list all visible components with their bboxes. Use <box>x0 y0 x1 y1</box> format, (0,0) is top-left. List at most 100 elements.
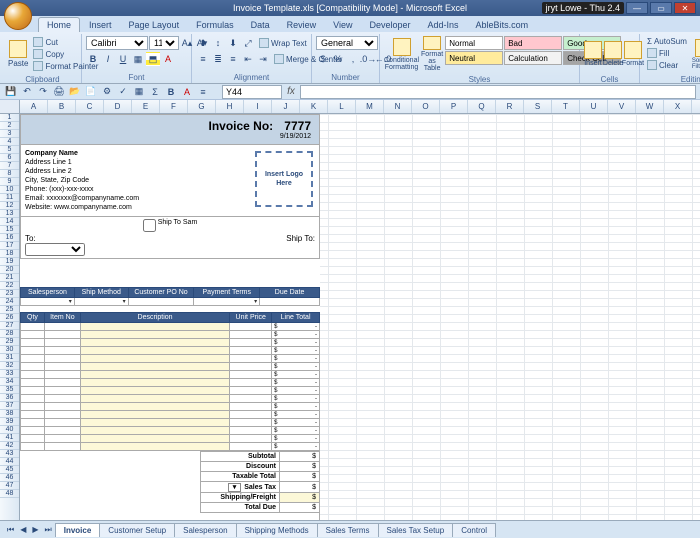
formula-bar[interactable] <box>300 85 696 99</box>
price-cell[interactable] <box>230 443 272 451</box>
row-header[interactable]: 6 <box>0 154 19 162</box>
sheet-tab-invoice[interactable]: Invoice <box>55 523 101 537</box>
sheet-tab-sales-tax-setup[interactable]: Sales Tax Setup <box>378 523 454 537</box>
item-cell[interactable] <box>44 411 80 419</box>
item-cell[interactable] <box>44 435 80 443</box>
row-header[interactable]: 2 <box>0 122 19 130</box>
col-header[interactable]: K <box>300 100 328 113</box>
price-cell[interactable] <box>230 331 272 339</box>
row-header[interactable]: 19 <box>0 258 19 266</box>
ship-value[interactable]: $ <box>280 493 320 503</box>
sheet-nav-next[interactable]: ▶ <box>29 525 41 534</box>
col-header[interactable]: W <box>636 100 664 113</box>
row-header[interactable]: 11 <box>0 194 19 202</box>
desc-cell[interactable] <box>80 427 230 435</box>
desc-cell[interactable] <box>80 323 230 331</box>
qat-print-icon[interactable]: 🖨 <box>52 85 66 99</box>
tab-developer[interactable]: Developer <box>361 18 418 32</box>
sheet-nav-prev[interactable]: ◀ <box>17 525 29 534</box>
tab-addins[interactable]: Add-Ins <box>420 18 467 32</box>
qat-bold-icon[interactable]: B <box>164 85 178 99</box>
linetotal-cell[interactable]: - <box>272 339 320 347</box>
row-header[interactable]: 4 <box>0 138 19 146</box>
linetotal-cell[interactable]: - <box>272 363 320 371</box>
desc-cell[interactable] <box>80 435 230 443</box>
name-box[interactable]: Y44 <box>222 85 282 99</box>
item-cell[interactable] <box>44 443 80 451</box>
linetotal-cell[interactable]: - <box>272 435 320 443</box>
row-header[interactable]: 29 <box>0 338 19 346</box>
desc-cell[interactable] <box>80 331 230 339</box>
qty-cell[interactable] <box>21 395 45 403</box>
row-header[interactable]: 35 <box>0 386 19 394</box>
item-cell[interactable] <box>44 427 80 435</box>
item-cell[interactable] <box>44 403 80 411</box>
row-header[interactable]: 32 <box>0 362 19 370</box>
item-cell[interactable] <box>44 363 80 371</box>
item-cell[interactable] <box>44 323 80 331</box>
col-header[interactable]: O <box>412 100 440 113</box>
qat-save-icon[interactable]: 💾 <box>4 85 18 99</box>
italic-button[interactable]: I <box>101 52 115 66</box>
row-header[interactable]: 9 <box>0 178 19 186</box>
qty-cell[interactable] <box>21 419 45 427</box>
salesperson-cell[interactable] <box>21 298 75 306</box>
row-header[interactable]: 7 <box>0 162 19 170</box>
due-cell[interactable] <box>260 298 320 306</box>
row-header[interactable]: 28 <box>0 330 19 338</box>
tax-value[interactable]: $ <box>280 482 320 493</box>
font-color-button[interactable]: A <box>161 52 175 66</box>
cell-style-bad[interactable]: Bad <box>504 36 562 50</box>
qty-cell[interactable] <box>21 443 45 451</box>
qty-cell[interactable] <box>21 347 45 355</box>
font-size-select[interactable]: 11 <box>149 36 179 50</box>
row-header[interactable]: 45 <box>0 466 19 474</box>
cell-style-neutral[interactable]: Neutral <box>445 51 503 65</box>
invoice-date[interactable]: 9/19/2012 <box>208 133 311 140</box>
col-header[interactable]: Q <box>468 100 496 113</box>
linetotal-cell[interactable]: - <box>272 443 320 451</box>
item-cell[interactable] <box>44 355 80 363</box>
qat-icon[interactable]: ⚙ <box>100 85 114 99</box>
desc-cell[interactable] <box>80 443 230 451</box>
linetotal-cell[interactable]: - <box>272 411 320 419</box>
row-header[interactable]: 16 <box>0 234 19 242</box>
cell-style-calculation[interactable]: Calculation <box>504 51 562 65</box>
indent-inc-button[interactable]: ⇥ <box>256 52 270 66</box>
paste-button[interactable]: Paste <box>8 36 28 72</box>
align-right-button[interactable]: ≡ <box>226 52 240 66</box>
qty-cell[interactable] <box>21 363 45 371</box>
tab-review[interactable]: Review <box>279 18 325 32</box>
col-header[interactable]: A <box>20 100 48 113</box>
desc-cell[interactable] <box>80 339 230 347</box>
select-all-corner[interactable] <box>0 100 20 113</box>
row-header[interactable]: 30 <box>0 346 19 354</box>
col-header[interactable]: B <box>48 100 76 113</box>
discount-value[interactable]: $ <box>280 462 320 472</box>
row-header[interactable]: 12 <box>0 202 19 210</box>
indent-dec-button[interactable]: ⇤ <box>241 52 255 66</box>
qat-icon[interactable]: ✓ <box>116 85 130 99</box>
qat-open-icon[interactable]: 📂 <box>68 85 82 99</box>
sheet-nav-last[interactable]: ⏭ <box>42 525 55 535</box>
price-cell[interactable] <box>230 395 272 403</box>
font-name-select[interactable]: Calibri <box>86 36 148 50</box>
row-header[interactable]: 39 <box>0 418 19 426</box>
tab-home[interactable]: Home <box>38 17 80 32</box>
qat-icon[interactable]: ▦ <box>132 85 146 99</box>
qty-cell[interactable] <box>21 339 45 347</box>
price-cell[interactable] <box>230 355 272 363</box>
item-cell[interactable] <box>44 339 80 347</box>
inc-decimal-button[interactable]: .0→ <box>361 52 375 66</box>
qty-cell[interactable] <box>21 387 45 395</box>
sheet-tab-customer-setup[interactable]: Customer Setup <box>99 523 175 537</box>
qat-redo-icon[interactable]: ↷ <box>36 85 50 99</box>
price-cell[interactable] <box>230 411 272 419</box>
row-header[interactable]: 31 <box>0 354 19 362</box>
price-cell[interactable] <box>230 387 272 395</box>
linetotal-cell[interactable]: - <box>272 331 320 339</box>
qty-cell[interactable] <box>21 379 45 387</box>
linetotal-cell[interactable]: - <box>272 395 320 403</box>
maximize-button[interactable]: ▭ <box>650 2 672 14</box>
tab-formulas[interactable]: Formulas <box>188 18 242 32</box>
